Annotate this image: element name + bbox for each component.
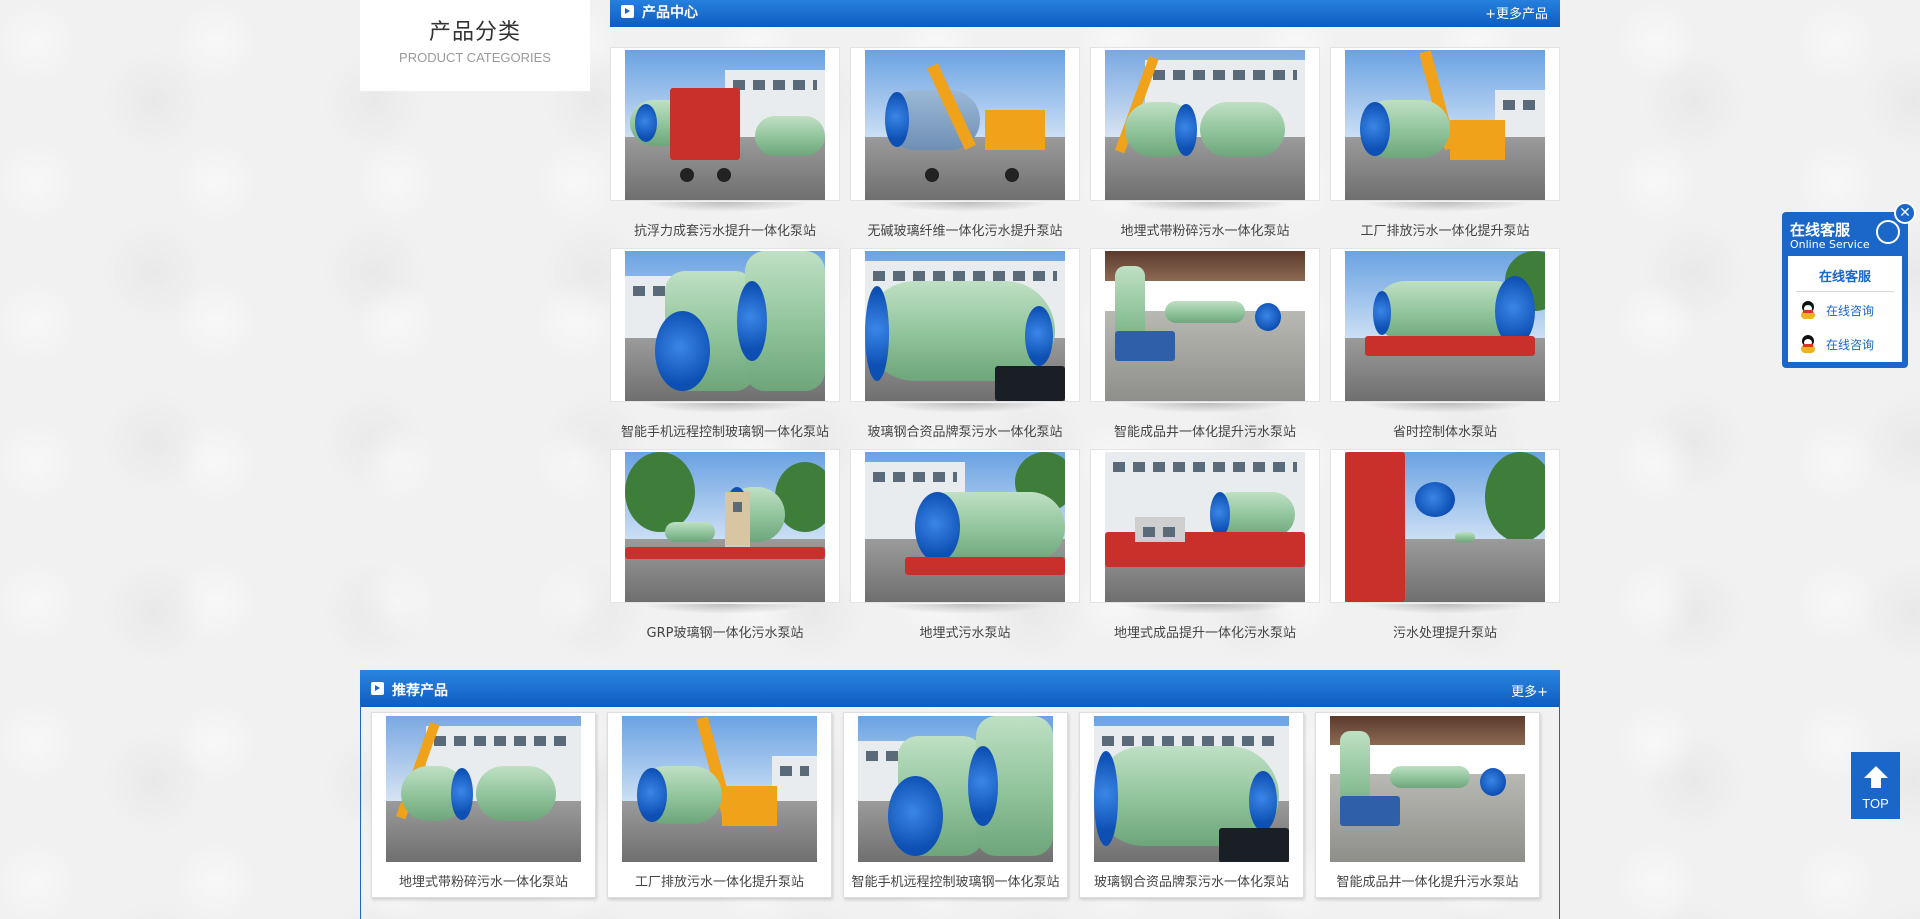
recommended-card[interactable]: 地埋式带粉碎污水一体化泵站 [371, 712, 596, 898]
recommended-caption[interactable]: 工厂排放污水一体化提升泵站 [604, 871, 835, 890]
phone-icon [1876, 220, 1900, 244]
product-card[interactable] [1330, 47, 1560, 212]
recommended-header: 推荐产品 更多+ [360, 670, 1560, 707]
product-caption[interactable]: 智能成品井一体化提升污水泵站 [1085, 421, 1325, 440]
product-categories-box: 产品分类 PRODUCT CATEGORIES [360, 0, 590, 91]
arrow-box-icon [621, 5, 634, 18]
product-photo[interactable] [865, 251, 1065, 401]
product-photo[interactable] [865, 452, 1065, 602]
back-to-top-label: TOP [1862, 796, 1889, 811]
recommended-caption[interactable]: 智能成品井一体化提升污水泵站 [1312, 871, 1543, 890]
product-center-header: 产品中心 +更多产品 [610, 0, 1560, 27]
product-caption[interactable]: 污水处理提升泵站 [1325, 622, 1565, 641]
product-card[interactable] [1330, 248, 1560, 413]
product-photo[interactable] [858, 716, 1053, 862]
product-card[interactable] [850, 47, 1080, 212]
consult-label[interactable]: 在线咨询 [1826, 302, 1874, 319]
recommended-card[interactable]: 工厂排放污水一体化提升泵站 [607, 712, 832, 898]
product-photo[interactable] [865, 50, 1065, 200]
recommended-title: 推荐产品 [392, 683, 448, 699]
recommended-card[interactable]: 智能成品井一体化提升污水泵站 [1315, 712, 1540, 898]
product-caption[interactable]: 抗浮力成套污水提升一体化泵站 [605, 220, 845, 239]
recommended-card[interactable]: 玻璃钢合资品牌泵污水一体化泵站 [1079, 712, 1304, 898]
recommended-card[interactable]: 智能手机远程控制玻璃钢一体化泵站 [843, 712, 1068, 898]
recommended-carousel: 地埋式带粉碎污水一体化泵站 工厂排放污水一体化提升泵站 智能手机远程控制玻璃钢一… [360, 704, 1560, 919]
product-photo[interactable] [1105, 50, 1305, 200]
product-photo[interactable] [1345, 50, 1545, 200]
product-card[interactable] [610, 449, 840, 614]
product-caption[interactable]: 地埋式污水泵站 [845, 622, 1085, 641]
arrow-up-icon [1863, 766, 1889, 790]
product-card[interactable] [850, 248, 1080, 413]
qq-icon [1800, 301, 1816, 319]
product-caption[interactable]: 玻璃钢合资品牌泵污水一体化泵站 [845, 421, 1085, 440]
product-card[interactable] [1090, 248, 1320, 413]
product-photo[interactable] [625, 251, 825, 401]
product-card[interactable] [1330, 449, 1560, 614]
product-photo[interactable] [1345, 452, 1545, 602]
categories-title: 产品分类 [428, 20, 521, 45]
recommended-caption[interactable]: 玻璃钢合资品牌泵污水一体化泵站 [1076, 871, 1307, 890]
product-card[interactable] [850, 449, 1080, 614]
arrow-box-icon [371, 682, 384, 695]
product-photo[interactable] [625, 50, 825, 200]
divider [1796, 291, 1894, 292]
product-photo[interactable] [622, 716, 817, 862]
consult-label[interactable]: 在线咨询 [1826, 336, 1874, 353]
product-card[interactable] [1090, 47, 1320, 212]
online-service-header: 在线客服 Online Service [1790, 219, 1870, 251]
product-caption[interactable]: GRP玻璃钢一体化污水泵站 [605, 622, 845, 641]
recommended-caption[interactable]: 智能手机远程控制玻璃钢一体化泵站 [840, 871, 1071, 890]
online-service-subtitle: Online Service [1790, 238, 1870, 251]
product-center-title: 产品中心 [642, 5, 698, 21]
product-card[interactable] [610, 47, 840, 212]
product-photo[interactable] [1094, 716, 1289, 862]
categories-subtitle: PRODUCT CATEGORIES [399, 50, 551, 65]
product-card[interactable] [610, 248, 840, 413]
product-caption[interactable]: 智能手机远程控制玻璃钢一体化泵站 [605, 421, 845, 440]
close-icon[interactable]: ✕ [1894, 202, 1916, 224]
recommended-section: 推荐产品 更多+ 地埋式带粉碎污水一体化泵站 工厂排放污水一体化提升泵站 智能手… [360, 668, 1560, 919]
product-caption[interactable]: 省时控制体水泵站 [1325, 421, 1565, 440]
product-photo[interactable] [1105, 251, 1305, 401]
product-card[interactable] [1090, 449, 1320, 614]
product-caption[interactable]: 无碱玻璃纤维一体化污水提升泵站 [845, 220, 1085, 239]
online-service-body: 在线客服 在线咨询 在线咨询 [1788, 256, 1902, 362]
product-photo[interactable] [1330, 716, 1525, 862]
recommended-more-link[interactable]: 更多+ [1511, 681, 1548, 700]
product-photo[interactable] [386, 716, 581, 862]
product-photo[interactable] [1105, 452, 1305, 602]
product-photo[interactable] [1345, 251, 1545, 401]
back-to-top-button[interactable]: TOP [1851, 752, 1900, 819]
product-caption[interactable]: 地埋式成品提升一体化污水泵站 [1085, 622, 1325, 641]
product-caption[interactable]: 工厂排放污水一体化提升泵站 [1325, 220, 1565, 239]
online-service-panel: ✕ 在线客服 Online Service 在线客服 在线咨询 在线咨询 [1782, 202, 1916, 368]
recommended-caption[interactable]: 地埋式带粉碎污水一体化泵站 [368, 871, 599, 890]
product-photo[interactable] [625, 452, 825, 602]
online-service-body-title: 在线客服 [1818, 270, 1871, 285]
online-service-title: 在线客服 [1790, 221, 1851, 239]
more-products-link[interactable]: +更多产品 [1485, 3, 1548, 22]
product-caption[interactable]: 地埋式带粉碎污水一体化泵站 [1085, 220, 1325, 239]
qq-icon [1800, 335, 1816, 353]
